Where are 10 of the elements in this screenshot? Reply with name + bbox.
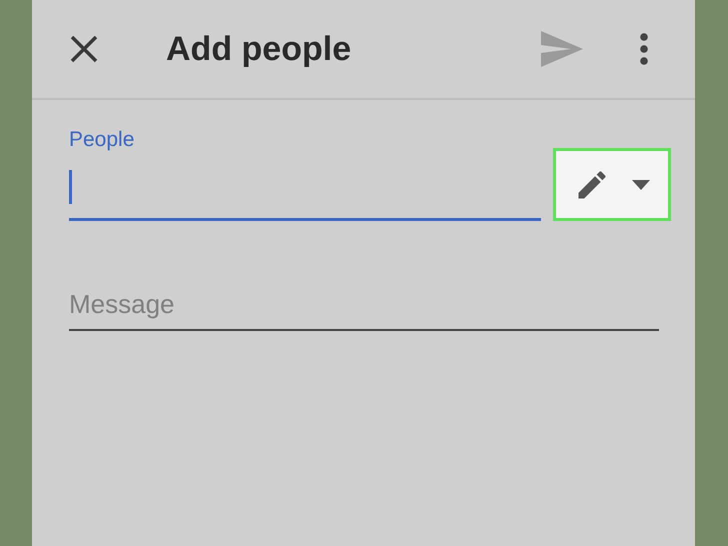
send-icon	[541, 31, 583, 67]
caret-icon	[632, 180, 650, 190]
message-field[interactable]: Message	[69, 279, 659, 331]
window-title: Add people	[166, 30, 352, 68]
more-icon	[639, 33, 649, 65]
field-label: People	[69, 128, 136, 152]
close-icon	[69, 34, 99, 64]
more-button[interactable]	[639, 33, 649, 65]
close-button[interactable]	[69, 34, 99, 64]
edit-dropdown-button[interactable]	[553, 148, 671, 221]
